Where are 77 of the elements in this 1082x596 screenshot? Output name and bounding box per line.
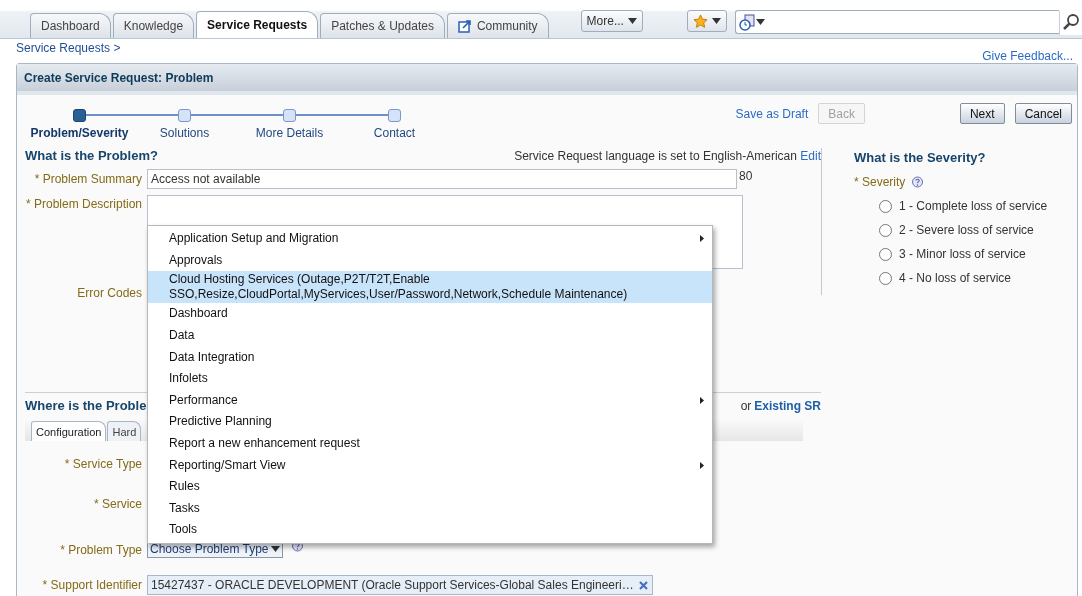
nav-tab[interactable]: Dashboard bbox=[30, 13, 111, 38]
sub-tab[interactable]: Configuration bbox=[31, 421, 107, 441]
step-marker[interactable] bbox=[178, 109, 191, 122]
step-label[interactable]: Contact bbox=[373, 126, 416, 140]
step-label[interactable]: Problem/Severity bbox=[30, 126, 129, 140]
menu-item[interactable]: Approvals bbox=[148, 249, 712, 272]
breadcrumb-link[interactable]: Service Requests > bbox=[16, 41, 121, 63]
action-button[interactable]: Cancel bbox=[1014, 103, 1072, 124]
existing-sr-link[interactable]: Existing SR bbox=[754, 399, 821, 413]
language-note: Service Request language is set to English-American bbox=[514, 149, 798, 163]
radio-button[interactable] bbox=[879, 199, 892, 213]
field-label: Error Codes bbox=[76, 285, 143, 300]
radio-label[interactable]: 4 - No loss of service bbox=[899, 271, 1012, 285]
menu-item[interactable]: Tools bbox=[148, 519, 712, 541]
menu-item[interactable]: Cloud Hosting Services (Outage,P2T/T2T,Enable SSO,Resize,CloudPortal,MyServices,User/Password,Network,Schedule Maintenance) bbox=[148, 271, 712, 304]
clear-icon[interactable] bbox=[637, 579, 649, 591]
menu-item[interactable]: Report a new enhancement request bbox=[148, 432, 712, 455]
section-heading: What is the Problem? bbox=[25, 148, 158, 163]
panel-title: Create Service Request: Problem bbox=[17, 64, 1077, 95]
radio-label[interactable]: 1 - Complete loss of service bbox=[899, 199, 1048, 213]
character-count: 80 bbox=[739, 169, 753, 183]
menu-item[interactable]: Dashboard bbox=[148, 303, 712, 325]
step-marker[interactable] bbox=[73, 109, 86, 122]
menu-item[interactable]: Data Integration bbox=[148, 346, 712, 368]
radio-button[interactable] bbox=[879, 223, 892, 237]
save-draft-link[interactable]: Save as Draft bbox=[735, 106, 809, 121]
external-link-icon bbox=[457, 19, 472, 33]
radio-label[interactable]: 2 - Severe loss of service bbox=[899, 223, 1034, 237]
menu-item[interactable]: Application Setup and Migration bbox=[148, 228, 712, 250]
menu-item[interactable]: Data bbox=[148, 324, 712, 347]
nav-tab[interactable]: Service Requests bbox=[196, 11, 319, 38]
menu-item[interactable]: Tasks bbox=[148, 497, 712, 520]
step-label[interactable]: More Details bbox=[255, 126, 324, 140]
sub-tab[interactable]: Hard bbox=[107, 421, 142, 441]
search-field[interactable] bbox=[734, 10, 1059, 34]
menu-item[interactable]: Reporting/Smart View bbox=[148, 454, 712, 476]
edit-link[interactable]: Edit bbox=[800, 149, 821, 163]
summary-field[interactable]: Access not available bbox=[147, 169, 737, 189]
caret-icon bbox=[627, 18, 637, 24]
field-label: * Problem Summary bbox=[33, 171, 143, 186]
support-identifier-field[interactable]: 15427437 - ORACLE DEVELOPMENT (Oracle Support Services-Global Sales Engineeri… bbox=[147, 575, 653, 595]
section-heading: What is the Severity? bbox=[854, 150, 987, 165]
field-label: * Support Identifier bbox=[41, 577, 143, 592]
section-heading: Where is the Proble bbox=[25, 398, 147, 413]
step-label[interactable]: Solutions bbox=[159, 126, 210, 140]
submenu-arrow-icon bbox=[700, 235, 704, 243]
field-label: * Service Type bbox=[63, 456, 143, 471]
field-label: * Service bbox=[92, 496, 143, 511]
caret-icon bbox=[755, 19, 765, 25]
favorites-button[interactable] bbox=[686, 10, 727, 32]
step-marker[interactable] bbox=[388, 109, 401, 122]
nav-tab[interactable]: Patches & Updates bbox=[320, 13, 445, 38]
search-icon[interactable] bbox=[1059, 11, 1082, 35]
field-label: * Problem Description bbox=[25, 196, 143, 211]
caret-icon bbox=[270, 546, 280, 552]
more-button[interactable]: More... bbox=[580, 10, 643, 32]
existing-prefix: or bbox=[740, 399, 752, 413]
history-icon bbox=[738, 13, 756, 31]
radio-button[interactable] bbox=[879, 271, 892, 285]
nav-tab[interactable]: Knowledge bbox=[112, 13, 195, 38]
menu-item[interactable]: Rules bbox=[148, 475, 712, 498]
field-label: * Severity bbox=[854, 175, 906, 189]
nav-tab[interactable]: Community bbox=[446, 13, 549, 38]
radio-label[interactable]: 3 - Minor loss of service bbox=[899, 247, 1026, 261]
menu-item[interactable]: Performance bbox=[148, 389, 712, 412]
help-icon[interactable] bbox=[911, 175, 925, 189]
menu-item[interactable]: Predictive Planning bbox=[148, 411, 712, 433]
star-icon bbox=[692, 13, 708, 29]
submenu-arrow-icon bbox=[700, 461, 704, 469]
step-marker[interactable] bbox=[283, 109, 296, 122]
radio-button[interactable] bbox=[879, 247, 892, 261]
submenu-arrow-icon bbox=[700, 396, 704, 404]
feedback-link[interactable]: Give Feedback... bbox=[982, 49, 1073, 63]
field-label: * Problem Type bbox=[59, 542, 143, 557]
caret-icon bbox=[711, 18, 721, 24]
menu-item[interactable]: Infolets bbox=[148, 367, 712, 390]
action-button[interactable]: Next bbox=[959, 103, 1005, 124]
